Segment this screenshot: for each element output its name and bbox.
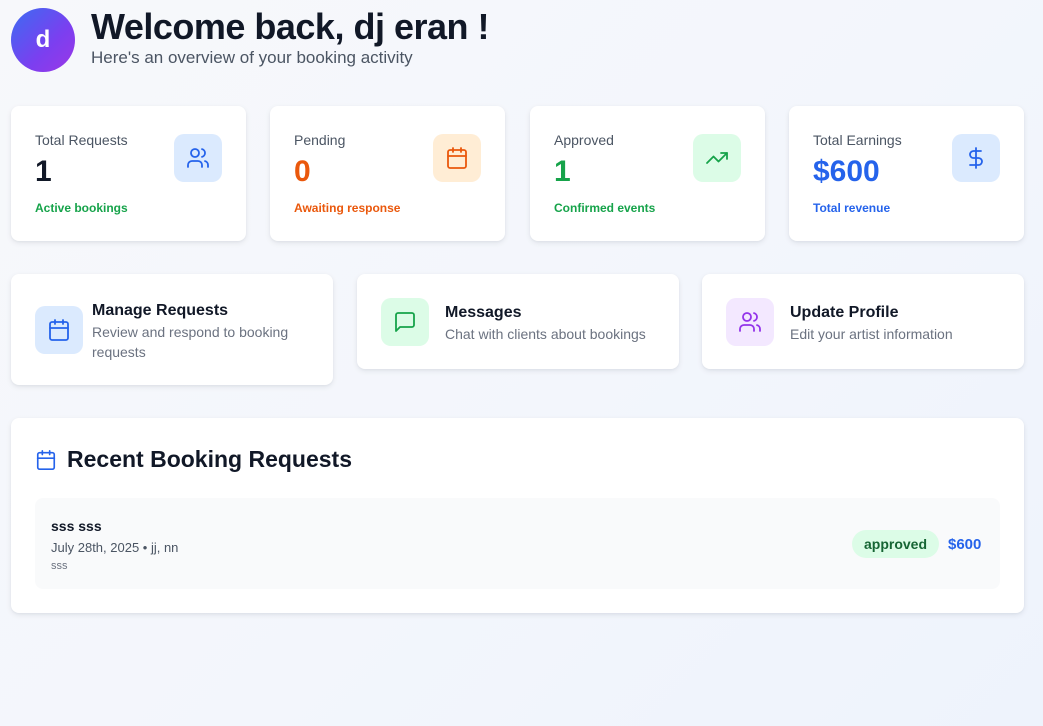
users-icon [726, 298, 774, 346]
recent-bookings-card: Recent Booking Requests sss sss July 28t… [11, 418, 1024, 613]
stat-card-pending: Pending 0 Awaiting response [270, 106, 505, 241]
action-title: Manage Requests [92, 302, 229, 319]
stat-note: Confirmed events [554, 201, 656, 215]
manage-requests-card[interactable]: Manage Requests Review and respond to bo… [11, 274, 333, 385]
users-icon [174, 134, 222, 182]
stat-label: Pending [294, 132, 346, 148]
dashboard-page: d Welcome back, dj eran ! Here's an over… [0, 0, 1043, 726]
stat-label: Total Requests [35, 132, 128, 148]
dollar-icon [952, 134, 1000, 182]
section-title: Recent Booking Requests [67, 446, 352, 472]
stat-card-approved: Approved 1 Confirmed events [530, 106, 765, 241]
update-profile-card[interactable]: Update Profile Edit your artist informat… [702, 274, 1024, 369]
message-icon [381, 298, 429, 346]
stat-card-total-requests: Total Requests 1 Active bookings [11, 106, 246, 241]
stat-value: $600 [813, 155, 880, 188]
stat-card-total-earnings: Total Earnings $600 Total revenue [789, 106, 1024, 241]
stat-value: 1 [554, 155, 571, 188]
stat-note: Total revenue [813, 201, 891, 215]
calendar-icon [433, 134, 481, 182]
calendar-icon [35, 449, 57, 471]
stat-label: Approved [554, 132, 614, 148]
recent-bookings-header: Recent Booking Requests [35, 446, 352, 473]
action-title: Update Profile [790, 304, 899, 321]
page-subtitle: Here's an overview of your booking activ… [91, 48, 413, 67]
action-description: Chat with clients about bookings [445, 326, 646, 342]
header-text: Welcome back, dj eran ! Here's an overvi… [91, 6, 489, 68]
booking-client-name: sss sss [51, 518, 102, 534]
calendar-icon [35, 306, 83, 354]
stat-note: Awaiting response [294, 201, 401, 215]
stat-label: Total Earnings [813, 132, 902, 148]
booking-note: sss [51, 560, 68, 572]
messages-card[interactable]: Messages Chat with clients about booking… [357, 274, 679, 369]
stat-value: 0 [294, 155, 311, 188]
status-badge: approved [852, 530, 940, 558]
avatar[interactable]: d [11, 8, 75, 72]
page-title: Welcome back, dj eran ! [91, 6, 489, 47]
stat-value: 1 [35, 155, 52, 188]
action-description: Review and respond to booking requests [92, 324, 289, 360]
stat-note: Active bookings [35, 201, 128, 215]
action-description: Edit your artist information [790, 326, 953, 342]
header: d Welcome back, dj eran ! Here's an over… [11, 6, 489, 72]
booking-row[interactable]: sss sss July 28th, 2025 • jj, nn sss app… [35, 498, 1000, 589]
booking-price: $600 [948, 536, 982, 553]
booking-date-location: July 28th, 2025 • jj, nn [51, 540, 179, 555]
action-title: Messages [445, 304, 522, 321]
trending-up-icon [693, 134, 741, 182]
